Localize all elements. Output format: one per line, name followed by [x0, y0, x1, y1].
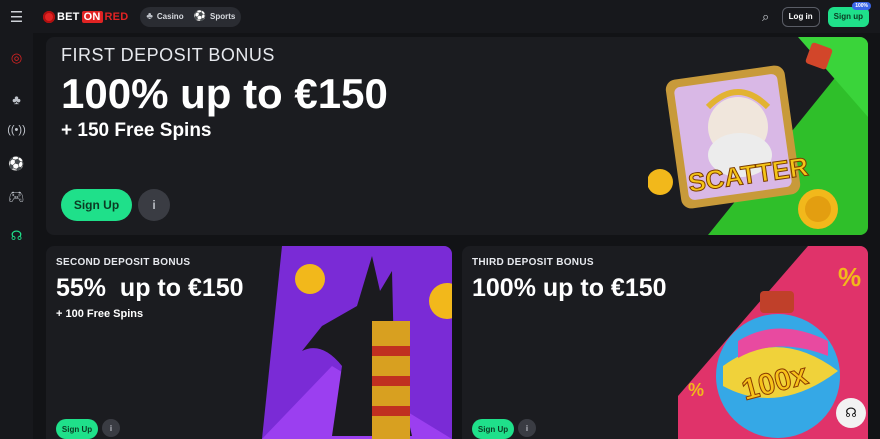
hero-info-button[interactable]: i	[138, 189, 170, 221]
logo-text-bet: BET	[57, 10, 80, 23]
login-button[interactable]: Log in	[781, 6, 820, 27]
signup-badge: 100%	[852, 1, 871, 10]
nav-switch: ♣ Casino ⚽ Sports	[140, 6, 242, 27]
info-icon: i	[109, 423, 113, 433]
card-info-button[interactable]: i	[102, 419, 120, 437]
card-kicker: THIRD DEPOSIT BONUS	[472, 257, 594, 268]
hamburger-icon[interactable]: ☰	[0, 0, 33, 33]
hero-subtitle: + 150 Free Spins	[61, 120, 212, 141]
card-title: 55% up to €150	[56, 274, 244, 302]
logo-text-on: ON	[81, 10, 103, 23]
card-info-button[interactable]: i	[518, 419, 536, 437]
gamepad-icon[interactable]: 🎮︎	[0, 189, 33, 205]
card-signup-button[interactable]: Sign Up	[56, 419, 98, 439]
logo-ball-icon	[43, 10, 55, 23]
headset-icon: ☊	[845, 405, 857, 420]
hero-signup-button[interactable]: Sign Up	[61, 189, 132, 221]
logo[interactable]: BET ON RED	[43, 10, 129, 23]
soccer-ball-icon[interactable]: ⚽	[0, 156, 33, 172]
nav-sports[interactable]: ⚽ Sports	[194, 11, 236, 22]
signup-label: Sign up	[833, 12, 863, 21]
zeus-scatter-artwork: SCATTER	[648, 37, 868, 235]
soccer-ball-icon: ⚽	[193, 11, 207, 22]
darts-icon[interactable]: ◎	[0, 50, 33, 66]
logo-text-red: RED	[104, 10, 129, 23]
first-deposit-banner: SCATTER FIRST DEPOSIT BONUS 100% up to €…	[46, 37, 868, 235]
cherries-icon: ♣	[146, 11, 153, 22]
live-broadcast-icon[interactable]: ((•))	[0, 124, 33, 136]
card-title: 100% up to €150	[472, 274, 667, 302]
second-deposit-card: SECOND DEPOSIT BONUS 55% up to €150 + 10…	[46, 246, 452, 439]
top-bar: ☰ BET ON RED ♣ Casino ⚽ Sports ⌕ Log in …	[0, 0, 880, 33]
card-signup-button[interactable]: Sign Up	[472, 419, 514, 439]
card-kicker: SECOND DEPOSIT BONUS	[56, 257, 191, 268]
nav-sports-label: Sports	[210, 12, 236, 21]
percent-sign-icon: %	[688, 380, 704, 400]
third-deposit-card: 100x % % THIRD DEPOSIT BONUS 100% up to …	[462, 246, 868, 439]
hero-kicker: FIRST DEPOSIT BONUS	[61, 45, 275, 65]
sidebar: ◎ ♣ ((•)) ⚽ 🎮︎ ☊	[0, 33, 33, 439]
nav-casino-label: Casino	[156, 12, 184, 21]
info-icon: i	[152, 198, 156, 212]
signup-button[interactable]: Sign up 100%	[827, 1, 871, 27]
support-chat-button[interactable]: ☊	[836, 398, 866, 428]
info-icon: i	[525, 423, 529, 433]
cherries-icon[interactable]: ♣	[0, 92, 33, 107]
hero-title: 100% up to €150	[61, 70, 388, 117]
percent-sign-icon: %	[838, 262, 861, 292]
card-subtitle: + 100 Free Spins	[56, 308, 144, 320]
nav-casino[interactable]: ♣ Casino	[146, 11, 183, 22]
support-headset-icon[interactable]: ☊	[0, 228, 33, 244]
search-icon[interactable]: ⌕	[758, 9, 774, 25]
anubis-artwork	[262, 246, 452, 439]
